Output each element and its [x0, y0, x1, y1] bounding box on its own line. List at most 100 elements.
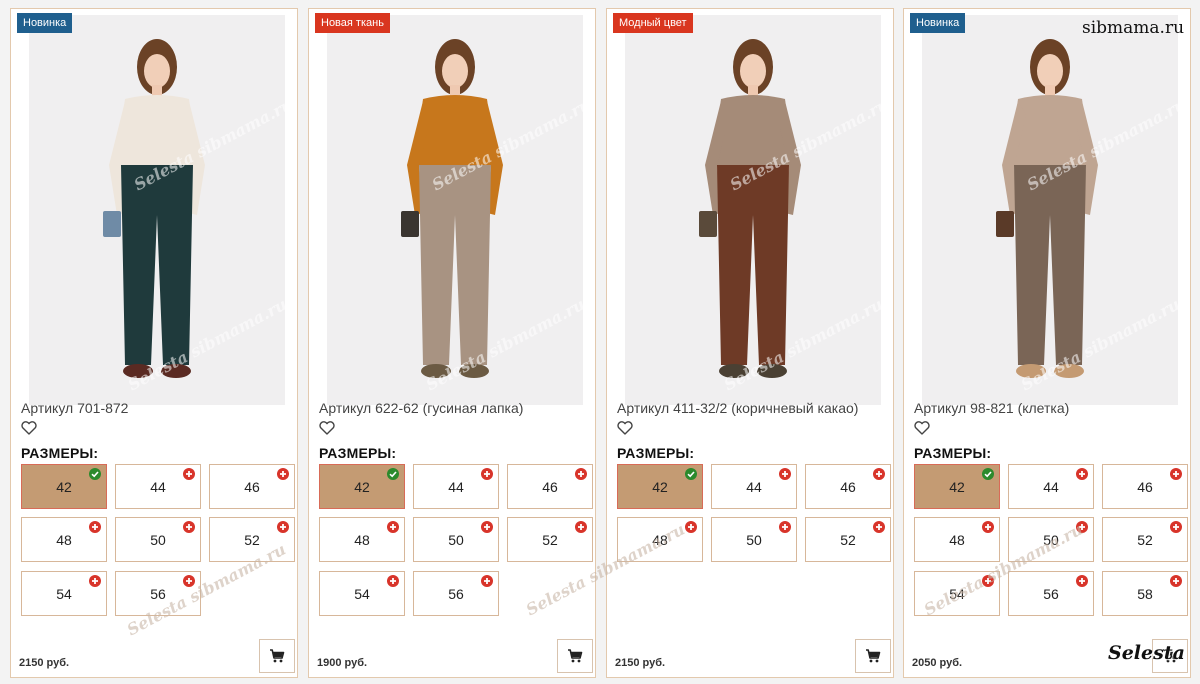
- product-title[interactable]: Артикул 622-62 (гусиная лапка): [319, 400, 523, 416]
- size-label: 48: [652, 531, 668, 548]
- size-option[interactable]: 56: [413, 571, 499, 616]
- size-label: 50: [150, 531, 166, 548]
- product-price: 2150 руб.: [19, 657, 70, 669]
- product-title[interactable]: Артикул 411-32/2 (коричневый какао): [617, 400, 858, 416]
- plus-icon: [277, 521, 289, 533]
- size-option[interactable]: 48: [319, 517, 405, 562]
- plus-icon: [1076, 575, 1088, 587]
- product-badge: Модный цвет: [613, 13, 693, 33]
- size-option[interactable]: 42: [21, 464, 107, 509]
- product-photo[interactable]: Selesta sibmama.ru Selesta sibmama.ru: [29, 15, 285, 405]
- check-icon: [387, 468, 399, 480]
- product-photo[interactable]: Selesta sibmama.ru Selesta sibmama.ru: [922, 15, 1178, 405]
- size-label: 50: [746, 531, 762, 548]
- size-option[interactable]: 46: [805, 464, 891, 509]
- plus-icon: [575, 521, 587, 533]
- face: [1037, 54, 1063, 88]
- size-option[interactable]: 44: [1008, 464, 1094, 509]
- size-option[interactable]: 48: [21, 517, 107, 562]
- plus-icon: [481, 575, 493, 587]
- size-option[interactable]: 52: [209, 517, 295, 562]
- add-to-cart-button[interactable]: [259, 639, 295, 673]
- size-option[interactable]: 44: [115, 464, 201, 509]
- plus-icon: [183, 521, 195, 533]
- size-label: 56: [1043, 585, 1059, 602]
- size-label: 56: [150, 585, 166, 602]
- size-option[interactable]: 42: [914, 464, 1000, 509]
- size-label: 52: [542, 531, 558, 548]
- heart-icon[interactable]: [617, 421, 633, 435]
- size-option[interactable]: 46: [209, 464, 295, 509]
- model-figure: [401, 39, 503, 378]
- product-card: Selesta sibmama.ru Selesta sibmama.ru Нови…: [903, 8, 1191, 678]
- size-label: 54: [354, 585, 370, 602]
- plus-icon: [183, 468, 195, 480]
- size-label: 56: [448, 585, 464, 602]
- top-garment: [117, 95, 197, 171]
- product-price: 2150 руб.: [615, 657, 666, 669]
- size-option[interactable]: 46: [1102, 464, 1188, 509]
- product-title[interactable]: Артикул 701-872: [21, 400, 128, 416]
- size-option[interactable]: 50: [115, 517, 201, 562]
- heart-icon[interactable]: [914, 421, 930, 435]
- plus-icon: [1076, 468, 1088, 480]
- face: [144, 54, 170, 88]
- face: [740, 54, 766, 88]
- size-option[interactable]: 52: [805, 517, 891, 562]
- size-option[interactable]: 54: [21, 571, 107, 616]
- product-title[interactable]: Артикул 98-821 (клетка): [914, 400, 1069, 416]
- size-label: 58: [1137, 585, 1153, 602]
- size-option[interactable]: 46: [507, 464, 593, 509]
- left-shoe: [719, 364, 749, 378]
- add-to-cart-button[interactable]: [557, 639, 593, 673]
- size-option[interactable]: 56: [1008, 571, 1094, 616]
- cart-icon: [568, 649, 583, 663]
- size-label: 50: [1043, 531, 1059, 548]
- right-shoe: [161, 364, 191, 378]
- plus-icon: [779, 521, 791, 533]
- trousers: [121, 165, 193, 365]
- size-option[interactable]: 52: [507, 517, 593, 562]
- size-option[interactable]: 50: [1008, 517, 1094, 562]
- size-option[interactable]: 50: [413, 517, 499, 562]
- handbag: [103, 211, 121, 237]
- check-icon: [982, 468, 994, 480]
- sizes-heading: РАЗМЕРЫ:: [21, 445, 99, 461]
- handbag: [996, 211, 1014, 237]
- size-option[interactable]: 42: [617, 464, 703, 509]
- size-label: 44: [1043, 478, 1059, 495]
- size-option[interactable]: 48: [914, 517, 1000, 562]
- size-option[interactable]: 44: [711, 464, 797, 509]
- product-photo[interactable]: Selesta sibmama.ru Selesta sibmama.ru: [625, 15, 881, 405]
- sizes-heading: РАЗМЕРЫ:: [617, 445, 695, 461]
- model-figure: [103, 39, 205, 378]
- trousers: [419, 165, 491, 365]
- product-card: Selesta sibmama.ru Selesta sibmama.ru Модн…: [606, 8, 894, 678]
- product-grid: Selesta sibmama.ru Selesta sibmama.ru Нови…: [0, 0, 1200, 684]
- plus-icon: [89, 575, 101, 587]
- product-badge: Новая ткань: [315, 13, 390, 33]
- size-label: 52: [244, 531, 260, 548]
- size-option[interactable]: 50: [711, 517, 797, 562]
- heart-icon[interactable]: [319, 421, 335, 435]
- size-option[interactable]: 44: [413, 464, 499, 509]
- plus-icon: [183, 575, 195, 587]
- size-option[interactable]: 52: [1102, 517, 1188, 562]
- trousers: [1014, 165, 1086, 365]
- product-photo[interactable]: Selesta sibmama.ru Selesta sibmama.ru: [327, 15, 583, 405]
- size-option[interactable]: 56: [115, 571, 201, 616]
- size-option[interactable]: 58: [1102, 571, 1188, 616]
- add-to-cart-button[interactable]: [855, 639, 891, 673]
- size-label: 54: [56, 585, 72, 602]
- heart-icon[interactable]: [21, 421, 37, 435]
- plus-icon: [387, 521, 399, 533]
- size-option[interactable]: 48: [617, 517, 703, 562]
- size-option[interactable]: 42: [319, 464, 405, 509]
- product-badge: Новинка: [17, 13, 73, 33]
- plus-icon: [873, 521, 885, 533]
- plus-icon: [1076, 521, 1088, 533]
- product-badge: Новинка: [910, 13, 966, 33]
- size-label: 46: [542, 478, 558, 495]
- size-option[interactable]: 54: [319, 571, 405, 616]
- size-option[interactable]: 54: [914, 571, 1000, 616]
